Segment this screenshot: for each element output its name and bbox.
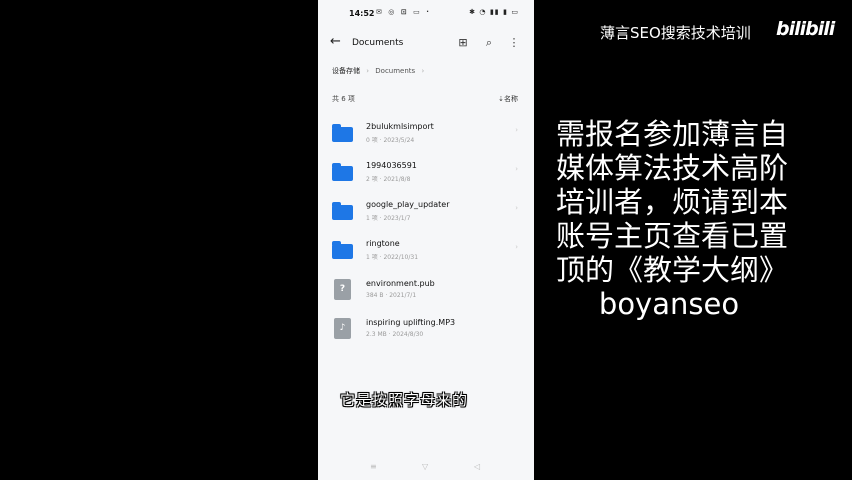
more-options-icon[interactable]: ⋮ <box>507 36 521 50</box>
list-item[interactable]: 2bulukmlsimport 0 项 · 2023/5/24 › <box>318 120 534 158</box>
notification-icons: ✉ ◎ ⊡ ▭ · <box>376 8 431 16</box>
file-name: inspiring uplifting.MP3 <box>366 318 456 327</box>
system-nav-bar: ≡ ▽ ◁ <box>318 462 534 472</box>
home-nav-icon[interactable]: ▽ <box>422 462 428 471</box>
sort-button[interactable]: ⇣名称 <box>498 94 518 104</box>
breadcrumb-separator: › <box>366 67 370 75</box>
list-item[interactable]: 1994036591 2 项 · 2021/8/8 › <box>318 159 534 197</box>
file-meta: 1 项 · 2022/10/31 <box>366 254 419 261</box>
folder-icon <box>332 124 354 142</box>
notice-line: 需报名参加薄言自 <box>556 117 789 151</box>
page-title: Documents <box>352 38 404 48</box>
account-handle: boyanseo <box>598 287 740 321</box>
list-item[interactable]: ♪ inspiring uplifting.MP3 2.3 MB · 2024/… <box>318 316 534 354</box>
status-time: 14:52 <box>349 9 375 18</box>
breadcrumb-root[interactable]: 设备存储 <box>332 67 360 75</box>
chevron-right-icon: › <box>515 204 518 212</box>
file-name: 1994036591 <box>366 161 417 170</box>
file-name: ringtone <box>366 239 400 248</box>
file-name: 2bulukmlsimport <box>366 122 434 131</box>
file-meta: 0 项 · 2023/5/24 <box>366 137 415 144</box>
back-arrow-icon[interactable]: ← <box>330 34 341 49</box>
file-name: google_play_updater <box>366 200 450 209</box>
list-item[interactable]: google_play_updater 1 项 · 2023/1/7 › <box>318 198 534 236</box>
list-header: 共 6 项 ⇣名称 <box>332 94 518 104</box>
notice-line: 媒体算法技术高阶 <box>556 151 789 185</box>
list-item[interactable]: ? environment.pub 384 B · 2021/7/1 <box>318 277 534 315</box>
system-icons: ✱ ◔ ▮▮ ▮ ▭ <box>469 8 519 16</box>
notice-line: 账号主页查看已置 <box>556 219 789 253</box>
app-bar: ← Documents ⊞ ⌕ ⋮ <box>318 30 534 56</box>
back-nav-icon[interactable]: ◁ <box>474 462 480 471</box>
folder-icon <box>332 202 354 220</box>
file-meta: 384 B · 2021/7/1 <box>366 292 417 299</box>
breadcrumb-separator-tail: › <box>421 67 425 75</box>
file-meta: 2.3 MB · 2024/8/30 <box>366 331 424 338</box>
notice-line: 顶的《教学大纲》 <box>556 253 789 287</box>
menu-nav-icon[interactable]: ≡ <box>370 462 377 471</box>
file-meta: 1 项 · 2023/1/7 <box>366 215 411 222</box>
brand-watermark: 薄言SEO搜索技术培训 <box>600 24 751 42</box>
folder-icon <box>332 241 354 259</box>
file-name: environment.pub <box>366 279 435 288</box>
status-bar: 14:52 ✉ ◎ ⊡ ▭ · ✱ ◔ ▮▮ ▮ ▭ <box>318 0 534 26</box>
video-subtitle: 它是按照字母来的 <box>340 391 469 409</box>
bilibili-logo: bilibili <box>776 18 835 40</box>
chevron-right-icon: › <box>515 243 518 251</box>
breadcrumb-current[interactable]: Documents <box>375 67 415 75</box>
folder-icon <box>332 163 354 181</box>
unknown-file-icon: ? <box>332 279 354 300</box>
notice-line: 培训者，烦请到本 <box>556 185 789 219</box>
promo-notice: 需报名参加薄言自 媒体算法技术高阶 培训者，烦请到本 账号主页查看已置 顶的《教… <box>556 117 828 321</box>
chevron-right-icon: › <box>515 165 518 173</box>
breadcrumb: 设备存储 › Documents › <box>332 66 428 76</box>
grid-view-icon[interactable]: ⊞ <box>456 36 470 50</box>
list-item[interactable]: ringtone 1 项 · 2022/10/31 › <box>318 237 534 275</box>
audio-file-icon: ♪ <box>332 318 354 339</box>
chevron-right-icon: › <box>515 126 518 134</box>
item-count: 共 6 项 <box>332 95 355 103</box>
search-icon[interactable]: ⌕ <box>482 36 496 50</box>
file-meta: 2 项 · 2021/8/8 <box>366 176 411 183</box>
